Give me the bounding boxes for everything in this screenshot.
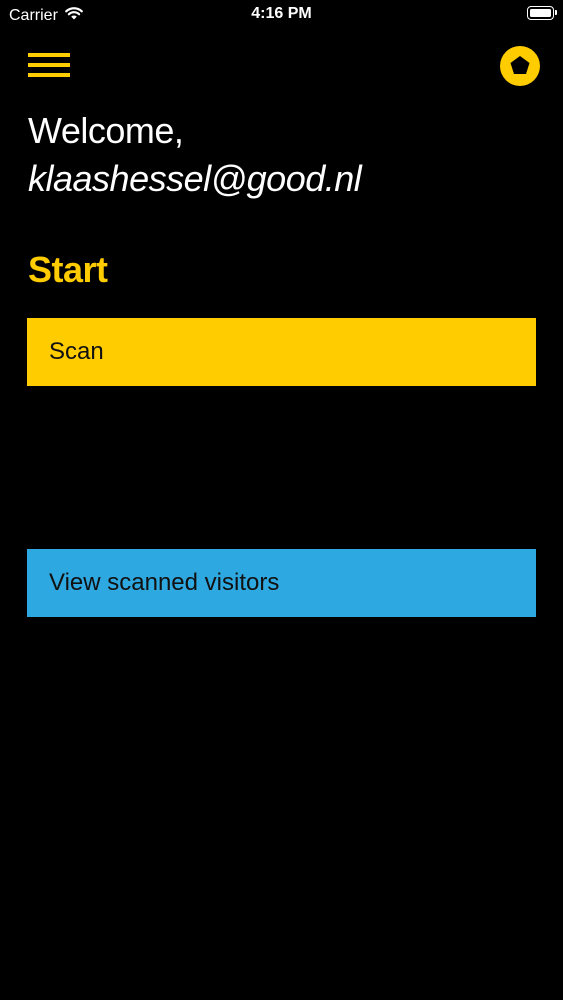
hamburger-menu-icon-line	[28, 73, 70, 77]
scan-button-label: Scan	[49, 338, 104, 365]
hamburger-menu-icon-line	[28, 63, 70, 67]
scan-button[interactable]: Scan	[27, 318, 536, 386]
menu-button[interactable]	[28, 50, 71, 82]
battery-icon	[527, 6, 557, 20]
status-time: 4:16 PM	[251, 5, 312, 22]
view-scanned-visitors-button[interactable]: View scanned visitors	[27, 549, 536, 617]
view-scanned-visitors-label: View scanned visitors	[49, 569, 280, 596]
welcome-greeting: Welcome,	[28, 110, 184, 151]
status-bar: Carrier 4:16 PM	[0, 0, 563, 30]
section-title: Start	[28, 249, 108, 290]
hamburger-menu-icon-line	[28, 53, 70, 57]
logo-button[interactable]	[499, 45, 541, 87]
yellow-ring-logo-icon	[500, 46, 540, 86]
user-email: klaashessel@good.nl	[28, 158, 362, 199]
